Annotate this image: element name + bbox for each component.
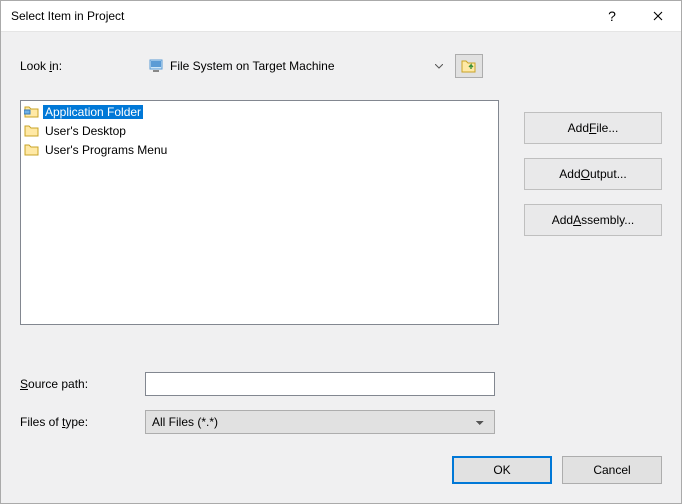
help-button[interactable]: ? <box>589 1 635 31</box>
add-file-button[interactable]: Add File... <box>524 112 662 144</box>
list-item[interactable]: Application Folder <box>22 102 497 121</box>
folder-up-icon <box>461 59 477 73</box>
folder-icon <box>24 143 40 157</box>
dialog-window: Select Item in Project ? Look in: File S… <box>0 0 682 504</box>
list-item[interactable]: User's Desktop <box>22 121 497 140</box>
folder-icon <box>24 124 40 138</box>
side-buttons: Add File... Add Output... Add Assembly..… <box>524 100 662 352</box>
chevron-down-icon <box>435 64 443 69</box>
close-icon <box>653 11 663 21</box>
sourcepath-input[interactable] <box>145 372 495 396</box>
filesoftype-row: Files of type: All Files (*.*) <box>20 410 662 434</box>
folder-listbox[interactable]: Application Folder User's Desktop User's… <box>20 100 499 325</box>
folder-up-button[interactable] <box>455 54 483 78</box>
lookin-row: Look in: File System on Target Machine <box>20 54 662 78</box>
list-item[interactable]: User's Programs Menu <box>22 140 497 159</box>
titlebar: Select Item in Project ? <box>1 1 681 32</box>
lookin-value: File System on Target Machine <box>170 59 435 73</box>
dialog-body: Look in: File System on Target Machine A… <box>1 32 681 446</box>
footer: OK Cancel <box>1 446 681 503</box>
list-item-label: User's Programs Menu <box>43 143 169 157</box>
add-output-button[interactable]: Add Output... <box>524 158 662 190</box>
computer-icon <box>149 59 165 73</box>
window-title: Select Item in Project <box>11 9 589 23</box>
add-assembly-button[interactable]: Add Assembly... <box>524 204 662 236</box>
main-area: Application Folder User's Desktop User's… <box>20 100 662 352</box>
list-item-label: User's Desktop <box>43 124 128 138</box>
sourcepath-label: Source path: <box>20 377 145 391</box>
close-button[interactable] <box>635 1 681 31</box>
filesoftype-label: Files of type: <box>20 415 145 429</box>
list-item-label: Application Folder <box>43 105 143 119</box>
ok-button[interactable]: OK <box>452 456 552 484</box>
folder-icon <box>24 105 40 119</box>
filesoftype-combo[interactable]: All Files (*.*) <box>145 410 495 434</box>
sourcepath-row: Source path: <box>20 372 662 396</box>
lookin-combo[interactable]: File System on Target Machine <box>145 59 449 73</box>
lookin-label: Look in: <box>20 59 145 73</box>
cancel-button[interactable]: Cancel <box>562 456 662 484</box>
